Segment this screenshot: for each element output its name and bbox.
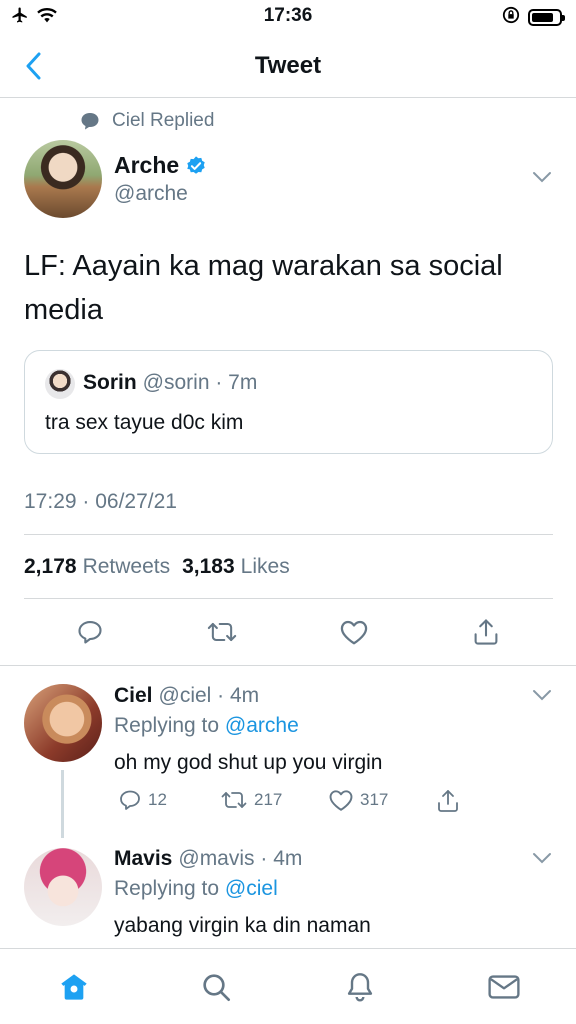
orientation-lock-icon — [502, 6, 520, 29]
divider — [0, 665, 576, 666]
reply-author-name[interactable]: Mavis — [114, 847, 172, 871]
author-name: Arche — [114, 152, 180, 178]
like-button[interactable]: 317 — [328, 788, 388, 812]
author-handle[interactable]: @arche — [114, 182, 188, 206]
page-title: Tweet — [254, 52, 322, 79]
home-icon — [61, 974, 87, 1000]
like-button[interactable] — [334, 612, 374, 652]
retweet-count: 217 — [254, 790, 283, 809]
likes-label[interactable]: Likes — [241, 555, 290, 579]
thread-connector — [61, 770, 64, 838]
speech-bubble-icon — [81, 113, 99, 130]
tweet-actions — [0, 612, 576, 652]
search-icon — [203, 974, 230, 1001]
verified-badge-icon — [187, 155, 205, 174]
tab-home[interactable] — [54, 967, 94, 1007]
heart-icon — [329, 790, 353, 811]
share-icon — [438, 790, 458, 812]
bell-icon — [347, 973, 373, 1002]
battery-tip — [562, 15, 565, 21]
battery-fill — [532, 13, 553, 22]
reply-header: Ciel @ciel · 4m — [114, 684, 259, 708]
quote-header: Sorin @sorin · 7m — [83, 371, 257, 395]
avatar[interactable] — [24, 140, 102, 218]
retweet-icon — [207, 622, 237, 642]
mention-link[interactable]: @arche — [225, 714, 299, 737]
retweets-count[interactable]: 2,178 — [24, 555, 77, 579]
reply-button[interactable]: 12 — [118, 788, 167, 812]
share-button[interactable] — [436, 788, 460, 814]
like-count: 317 — [360, 790, 389, 809]
divider — [24, 598, 553, 599]
tweet-text: LF: Aayain ka mag warakan sa social medi… — [24, 250, 503, 326]
reply-avatar[interactable] — [24, 848, 102, 926]
reply-menu-button[interactable] — [532, 851, 552, 869]
retweets-label[interactable]: Retweets — [83, 555, 171, 579]
divider — [24, 534, 553, 535]
reply-author-name[interactable]: Ciel — [114, 684, 153, 708]
replying-to: Replying to @ciel — [114, 877, 278, 901]
tab-bar — [0, 948, 576, 1024]
quote-avatar — [45, 369, 75, 399]
retweet-icon — [221, 792, 247, 808]
reply-actions: 12 217 317 — [114, 788, 474, 816]
reply-avatar[interactable] — [24, 684, 102, 762]
engagement-counts: 2,178 Retweets 3,183 Likes — [24, 555, 296, 579]
status-bar: 17:36 — [0, 0, 576, 34]
replied-indicator: Ciel Replied — [80, 110, 214, 132]
quote-author-meta: @sorin · 7m — [142, 371, 258, 394]
reply-author-meta: @ciel · 4m — [158, 684, 260, 707]
tab-search[interactable] — [196, 967, 236, 1007]
reply-icon — [120, 790, 140, 810]
tab-notifications[interactable] — [340, 967, 380, 1007]
status-time: 17:36 — [263, 5, 313, 26]
mail-icon — [488, 975, 520, 999]
replied-label: Ciel Replied — [112, 110, 215, 131]
reply-menu-button[interactable] — [532, 688, 552, 706]
tweet-menu-button[interactable] — [532, 170, 552, 188]
share-icon — [474, 619, 498, 645]
tweet-timestamp: 17:29 · 06/27/21 — [24, 490, 177, 513]
reply-author-meta: @mavis · 4m — [178, 847, 303, 870]
replying-to: Replying to @arche — [114, 714, 299, 738]
reply-icon — [78, 621, 102, 644]
reply-header: Mavis @mavis · 4m — [114, 847, 302, 871]
reply-text: yabang virgin ka din naman — [114, 914, 371, 937]
mention-link[interactable]: @ciel — [225, 877, 278, 900]
retweet-button[interactable]: 217 — [220, 788, 282, 812]
retweet-button[interactable] — [202, 612, 242, 652]
replying-prefix: Replying to — [114, 714, 220, 737]
quote-text: tra sex tayue d0c kim — [45, 411, 244, 434]
heart-icon — [340, 620, 368, 645]
author-name-row[interactable]: Arche — [114, 152, 207, 179]
tab-messages[interactable] — [484, 967, 524, 1007]
quoted-tweet[interactable]: Sorin @sorin · 7m tra sex tayue d0c kim — [24, 350, 553, 454]
chevron-down-icon — [533, 172, 551, 183]
quote-author-name: Sorin — [83, 371, 137, 394]
replying-prefix: Replying to — [114, 877, 220, 900]
share-button[interactable] — [466, 612, 506, 652]
battery-icon — [528, 9, 565, 26]
reply-text: oh my god shut up you virgin — [114, 751, 383, 774]
reply-button[interactable] — [70, 612, 110, 652]
chevron-down-icon — [533, 690, 551, 701]
status-right — [502, 6, 565, 29]
reply-count: 12 — [148, 790, 167, 809]
chevron-down-icon — [533, 853, 551, 864]
likes-count[interactable]: 3,183 — [182, 555, 235, 579]
nav-header: Tweet — [0, 34, 576, 98]
